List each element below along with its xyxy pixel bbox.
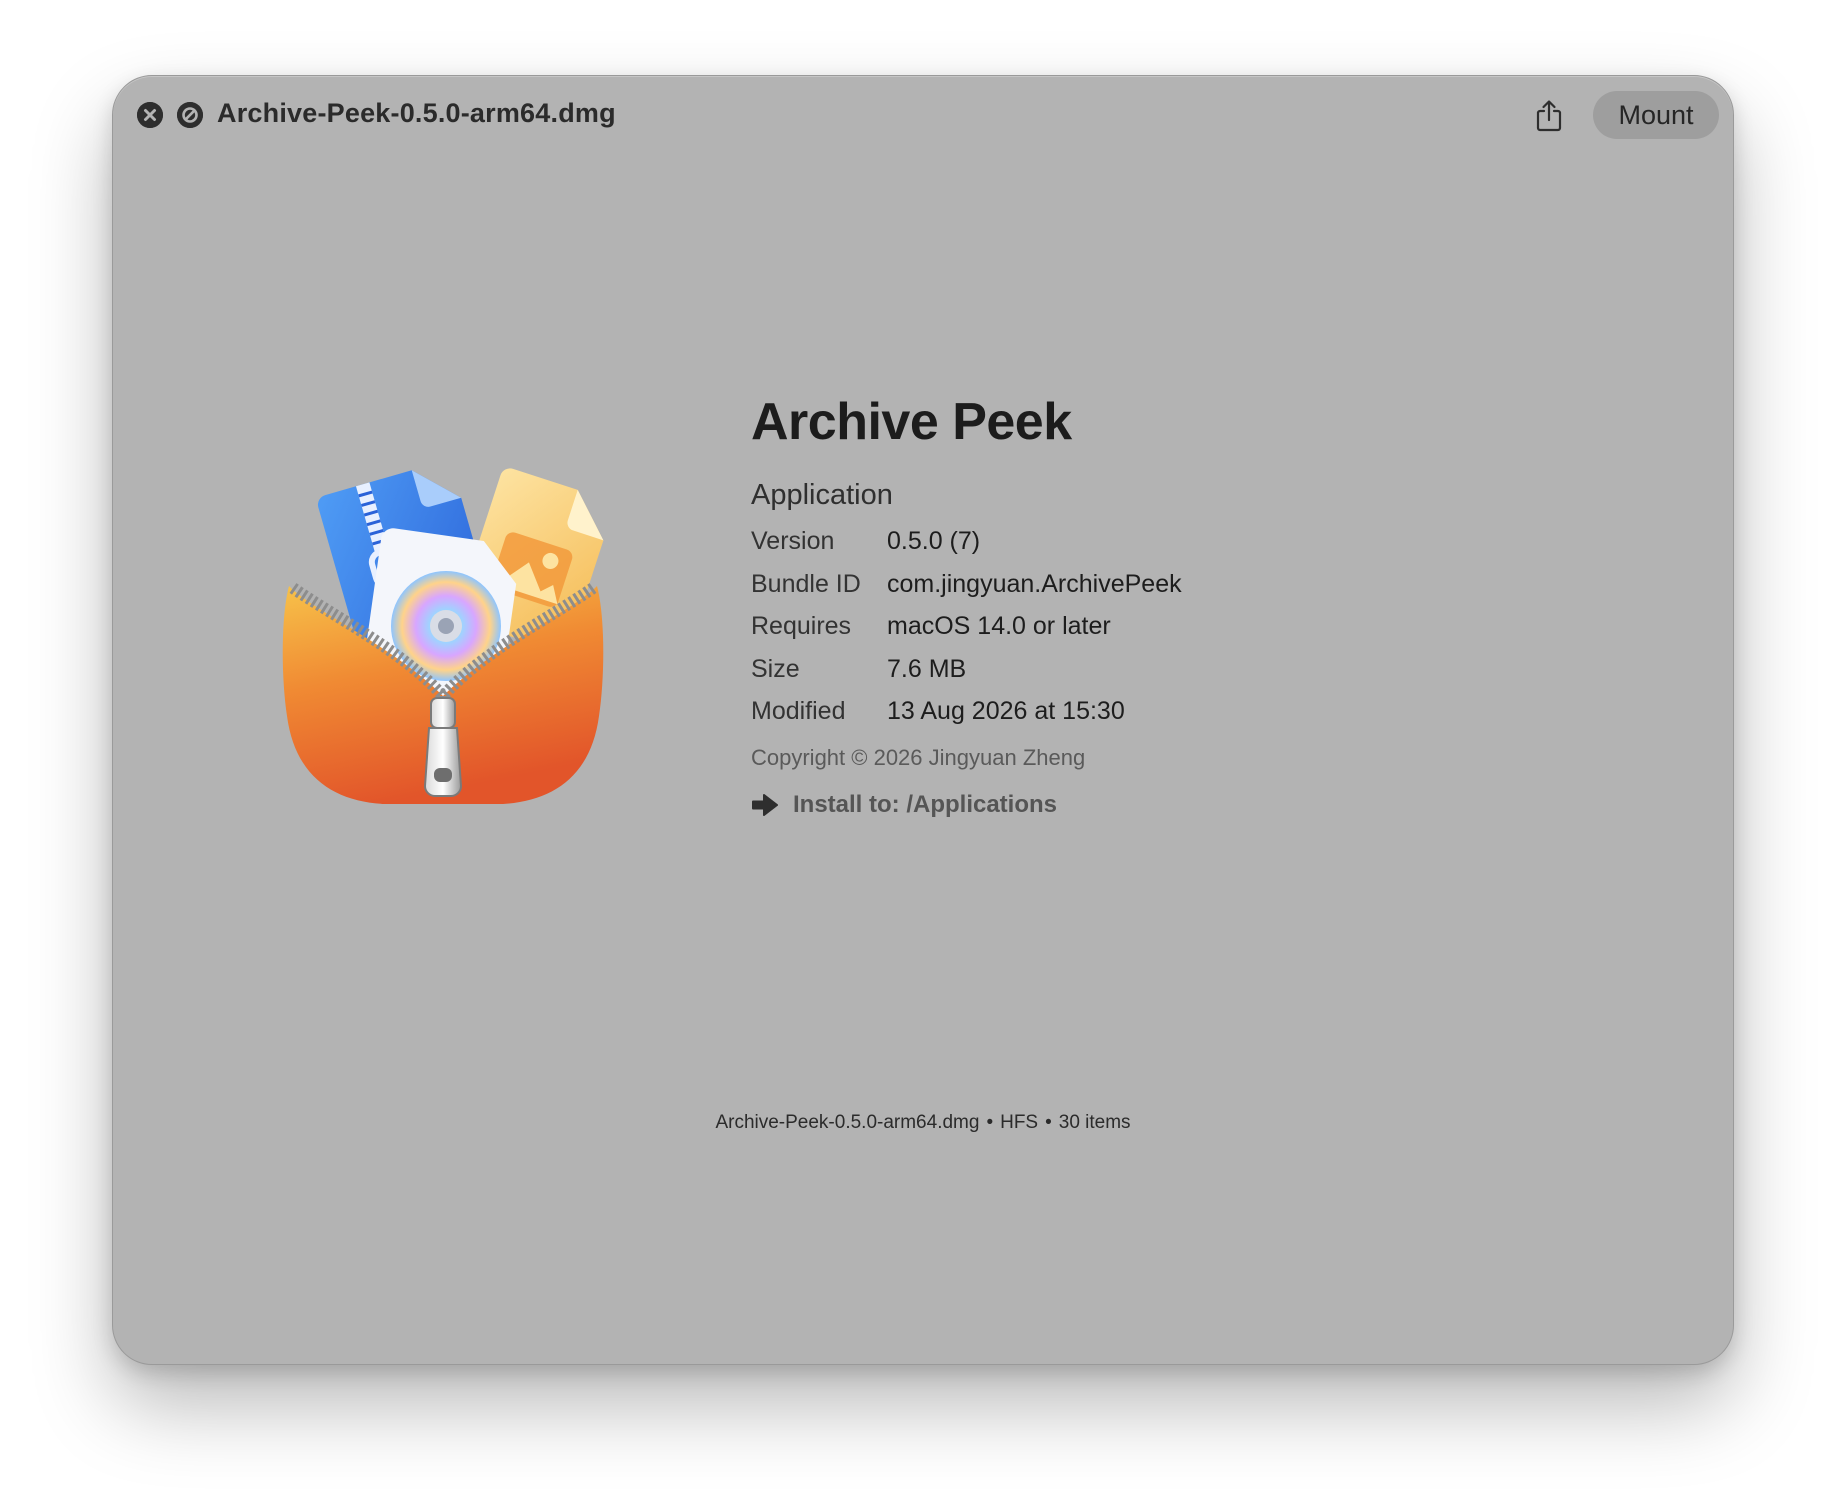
prohibited-icon (177, 102, 203, 128)
version-value: 0.5.0 (7) (887, 527, 981, 555)
app-name: Archive Peek (751, 393, 1072, 451)
close-button[interactable] (137, 102, 163, 128)
archive-zip-pouch-icon (253, 446, 633, 806)
open-with-button[interactable] (177, 102, 203, 128)
modified-label: Modified (751, 697, 846, 725)
window-title: Archive-Peek-0.5.0-arm64.dmg (217, 98, 616, 128)
bundle-id-value: com.jingyuan.ArchivePeek (887, 570, 1182, 598)
version-label: Version (751, 527, 835, 555)
share-button[interactable] (1527, 94, 1571, 138)
quick-look-window: Archive-Peek-0.5.0-arm64.dmg Mount Archi… (112, 75, 1734, 1365)
title-bar: Archive-Peek-0.5.0-arm64.dmg Mount (113, 76, 1733, 156)
mount-button[interactable]: Mount (1593, 91, 1719, 139)
close-icon (137, 102, 163, 128)
install-link[interactable]: Install to: /Applications (751, 791, 1057, 819)
app-kind: Application (751, 479, 893, 511)
modified-value: 13 Aug 2026 at 15:30 (887, 697, 1125, 725)
requires-label: Requires (751, 612, 852, 640)
copyright-text: Copyright © 2026 Jingyuan Zheng (751, 745, 1086, 770)
footer-item-count: 30 items (1058, 1112, 1131, 1133)
size-value: 7.6 MB (887, 655, 967, 683)
footer-format: HFS (1000, 1112, 1039, 1133)
requires-value: macOS 14.0 or later (887, 612, 1111, 640)
size-label: Size (751, 655, 800, 683)
arrow-right-icon (752, 794, 778, 816)
bundle-id-label: Bundle ID (751, 570, 861, 598)
footer-file-name: Archive-Peek-0.5.0-arm64.dmg (715, 1112, 980, 1133)
footer-separator: • (1045, 1112, 1052, 1133)
status-footer: Archive-Peek-0.5.0-arm64.dmg • HFS • 30 item… (113, 1112, 1733, 1134)
footer-separator: • (986, 1112, 994, 1133)
share-icon (1536, 100, 1562, 132)
install-label: Install to: /Applications (793, 791, 1058, 818)
